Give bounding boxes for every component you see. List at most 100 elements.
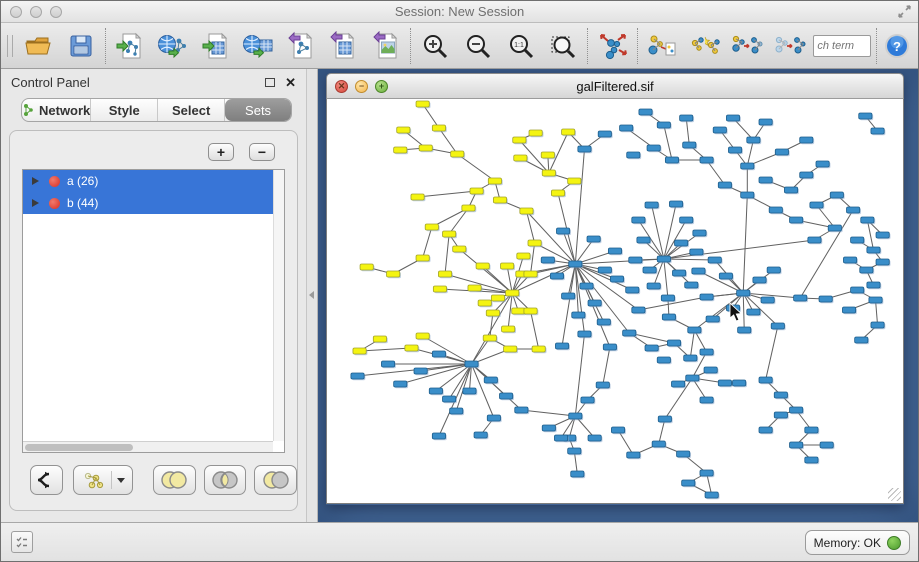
graph-node[interactable] [867,282,880,288]
graph-node[interactable] [438,271,451,277]
graph-node[interactable] [871,128,884,134]
graph-node[interactable] [555,343,568,349]
graph-node[interactable] [658,416,671,422]
graph-node[interactable] [542,170,555,176]
graph-node[interactable] [686,375,699,381]
graph-node[interactable] [465,361,478,367]
graph-node[interactable] [672,270,685,276]
graph-node[interactable] [520,208,533,214]
graph-node[interactable] [657,256,670,262]
graph-node[interactable] [501,263,514,269]
graph-node[interactable] [808,237,821,243]
graph-node[interactable] [637,237,650,243]
graph-node[interactable] [541,257,554,263]
graph-node[interactable] [432,351,445,357]
graph-node[interactable] [800,137,813,143]
graph-node[interactable] [851,287,864,293]
dropdown-caret-icon[interactable] [117,478,125,483]
graph-node[interactable] [860,267,873,273]
graph-node[interactable] [774,392,787,398]
graph-node[interactable] [693,230,706,236]
graph-node[interactable] [692,268,705,274]
graph-node[interactable] [463,388,476,394]
graph-node[interactable] [700,157,713,163]
graph-node[interactable] [867,247,880,253]
list-item-set-b[interactable]: b (44) [23,192,284,214]
list-item-set-a[interactable]: a (26) [23,170,284,192]
graph-node[interactable] [568,178,581,184]
horizontal-scrollbar[interactable] [23,441,273,452]
graph-node[interactable] [859,113,872,119]
graph-node[interactable] [405,345,418,351]
graph-node[interactable] [468,285,481,291]
help-button[interactable]: ? [880,26,914,66]
graph-node[interactable] [562,129,575,135]
graph-node[interactable] [551,190,564,196]
graph-node[interactable] [662,314,675,320]
task-history-button[interactable] [11,531,33,553]
union-button[interactable] [153,465,196,495]
graph-node[interactable] [669,201,682,207]
graph-node[interactable] [504,346,517,352]
tab-network[interactable]: Network [22,99,91,121]
graph-node[interactable] [569,413,582,419]
add-set-button[interactable]: + [208,143,234,161]
graph-node[interactable] [568,448,581,454]
graph-node[interactable] [517,253,530,259]
graph-node[interactable] [700,349,713,355]
graph-node[interactable] [478,300,491,306]
import-table-url-button[interactable] [237,26,280,66]
graph-node[interactable] [394,381,407,387]
graph-node[interactable] [429,388,442,394]
import-network-url-button[interactable] [152,26,195,66]
graph-node[interactable] [688,327,701,333]
zoom-in-button[interactable] [414,26,457,66]
graph-node[interactable] [542,425,555,431]
graph-node[interactable] [627,452,640,458]
export-image-button[interactable] [365,26,408,66]
graph-node[interactable] [394,147,407,153]
graph-node[interactable] [704,367,717,373]
graph-node[interactable] [443,396,456,402]
network-merge-button[interactable] [726,26,769,66]
graph-node[interactable] [683,142,696,148]
graph-node[interactable] [728,147,741,153]
graph-node[interactable] [626,287,639,293]
graph-node[interactable] [562,293,575,299]
resize-grip-icon[interactable] [888,488,901,501]
scrollbar-thumb[interactable] [25,444,133,451]
graph-node[interactable] [353,348,366,354]
graph-node[interactable] [416,255,429,261]
graph-node[interactable] [416,101,429,107]
graph-node[interactable] [741,192,754,198]
graph-node[interactable] [769,207,782,213]
network-canvas[interactable] [326,99,904,504]
graph-node[interactable] [493,197,506,203]
graph-node[interactable] [767,267,780,273]
graph-node[interactable] [491,295,504,301]
graph-node[interactable] [611,427,624,433]
graph-node[interactable] [387,271,400,277]
remove-set-button[interactable]: − [249,143,275,161]
graph-node[interactable] [506,290,519,296]
graph-node[interactable] [819,296,832,302]
graph-node[interactable] [528,240,541,246]
graph-node[interactable] [453,246,466,252]
network-compare-button[interactable] [684,26,727,66]
graph-node[interactable] [629,257,642,263]
graph-node[interactable] [360,264,373,270]
open-session-button[interactable] [17,26,60,66]
graph-node[interactable] [794,295,807,301]
graph-node[interactable] [580,283,593,289]
memory-status-button[interactable]: Memory: OK [805,530,910,555]
graph-node[interactable] [524,308,537,314]
graph-node[interactable] [351,373,364,379]
graph-node[interactable] [474,432,487,438]
tab-sets[interactable]: Sets [225,99,291,121]
intersection-button[interactable] [204,465,247,495]
graph-node[interactable] [871,322,884,328]
graph-node[interactable] [705,492,718,498]
zoom-actual-size-button[interactable]: 1:1 [499,26,542,66]
graph-node[interactable] [647,283,660,289]
graph-node[interactable] [843,257,856,263]
